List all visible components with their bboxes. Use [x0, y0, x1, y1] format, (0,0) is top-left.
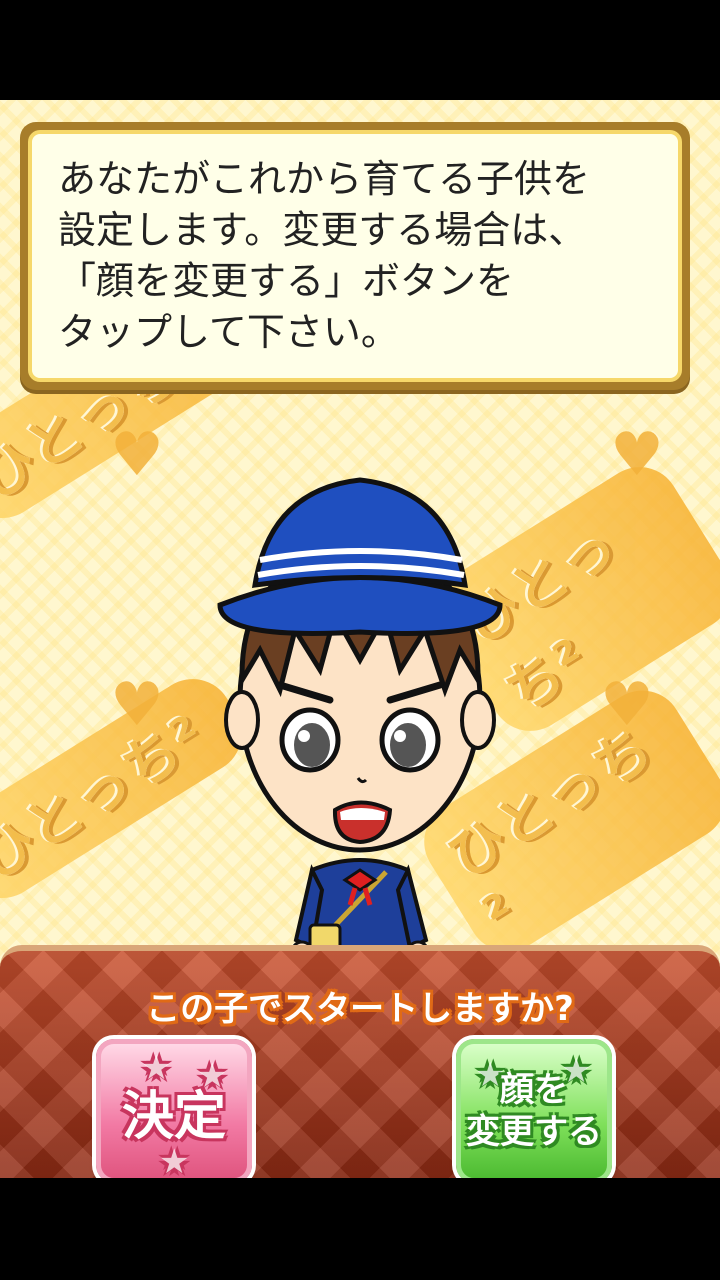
change-face-button[interactable]: ★ ★ 顔を 変更する: [456, 1039, 612, 1178]
dialog-message: あなたがこれから育てる子供を 設定します。変更する場合は、 「顔を変更する」ボタ…: [58, 157, 591, 354]
heart-icon: ♥: [610, 420, 664, 490]
confirm-question: この子でスタートしますか?: [146, 989, 574, 1029]
change-face-label-line2: 変更する: [466, 1112, 602, 1152]
child-character: [217, 477, 503, 1017]
message-dialog: あなたがこれから育てる子供を 設定します。変更する場合は、 「顔を変更する」ボタ…: [20, 122, 690, 390]
heart-icon: ♥: [110, 420, 164, 490]
confirm-panel: この子でスタートしますか? ★ ★ ★ 決定 ★ ★ 顔を 変更する: [0, 945, 720, 1178]
heart-icon: ♥: [110, 670, 164, 740]
change-face-label-line1: 顔を: [500, 1070, 568, 1110]
decide-button-label: 決定: [121, 1086, 226, 1147]
heart-icon: ♥: [600, 670, 654, 740]
decide-button[interactable]: ★ ★ ★ 決定: [96, 1039, 252, 1178]
message-dialog-inner: あなたがこれから育てる子供を 設定します。変更する場合は、 「顔を変更する」ボタ…: [28, 130, 682, 382]
game-screen: ひとっち² ひとっち² ひとっち² ひとっち² ♥ ♥ ♥ ♥ あなたがこれから…: [0, 100, 720, 1178]
